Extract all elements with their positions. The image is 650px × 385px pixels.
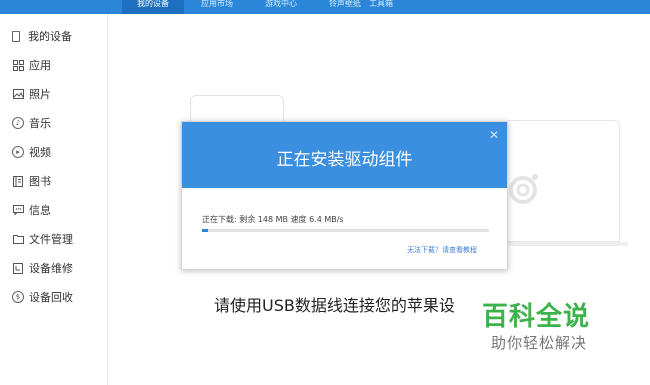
sidebar-item-apps[interactable]: 应用 — [12, 55, 51, 75]
download-status-text: 正在下载: 剩余 148 MB 速度 6.4 MB/s — [202, 215, 344, 224]
laptop-base-illustration — [508, 242, 628, 246]
repair-icon — [12, 262, 24, 274]
watermark-title: 百科全说 — [482, 302, 591, 332]
folder-icon — [12, 233, 24, 245]
sidebar-item-label: 照片 — [29, 88, 51, 101]
close-icon[interactable]: ✕ — [487, 128, 501, 142]
apps-icon — [12, 59, 24, 71]
driver-install-dialog: 正在安装驱动组件 ✕ 正在下载: 剩余 148 MB 速度 6.4 MB/s 无… — [181, 121, 508, 270]
sidebar-item-label: 文件管理 — [29, 233, 73, 246]
sidebar-item-device-repair[interactable]: 设备维修 — [12, 258, 73, 278]
dialog-header: 正在安装驱动组件 ✕ — [182, 122, 507, 188]
app-logo-icon — [509, 174, 538, 204]
message-icon — [12, 204, 24, 216]
sidebar-item-music[interactable]: ♪ 音乐 — [12, 113, 51, 133]
sidebar-item-messages[interactable]: 信息 — [12, 200, 51, 220]
app-window: 我的设备 应用市场 游戏中心 铃声壁纸 工具箱 我的设备 应用 照片 ♪ 音乐 — [0, 0, 650, 385]
sidebar-item-file-manager[interactable]: 文件管理 — [12, 229, 73, 249]
sidebar-item-label: 设备回收 — [29, 291, 73, 304]
sidebar-item-label: 音乐 — [29, 117, 51, 130]
sidebar-item-books[interactable]: 图书 — [12, 171, 51, 191]
sidebar-item-label: 应用 — [29, 59, 51, 72]
tab-game-center[interactable]: 游戏中心 — [250, 0, 312, 14]
download-help-link[interactable]: 无法下载？请查看教程 — [407, 245, 477, 255]
device-icon — [12, 30, 20, 42]
sidebar-item-label: 信息 — [29, 204, 51, 217]
sidebar-item-label: 我的设备 — [28, 30, 72, 43]
dialog-title: 正在安装驱动组件 — [276, 150, 413, 170]
sidebar-item-device-recycle[interactable]: $ 设备回收 — [12, 287, 73, 307]
tab-toolbox[interactable]: 工具箱 — [350, 0, 412, 14]
sidebar-item-label: 设备维修 — [29, 262, 73, 275]
connect-device-prompt: 请使用USB数据线连接您的苹果设 — [214, 296, 455, 315]
recycle-icon: $ — [12, 291, 24, 303]
video-icon: ▸ — [12, 146, 24, 158]
photo-icon — [12, 88, 24, 100]
music-icon: ♪ — [12, 117, 24, 129]
tab-my-device[interactable]: 我的设备 — [122, 0, 184, 14]
download-progress-bar — [202, 229, 489, 232]
tab-app-market[interactable]: 应用市场 — [186, 0, 248, 14]
sidebar-item-my-device[interactable]: 我的设备 — [12, 26, 72, 46]
book-icon — [12, 175, 24, 187]
download-progress-fill — [202, 229, 208, 232]
sidebar-item-label: 视频 — [29, 146, 51, 159]
top-nav-bar: 我的设备 应用市场 游戏中心 铃声壁纸 工具箱 — [0, 0, 650, 14]
sidebar-item-label: 图书 — [29, 175, 51, 188]
sidebar-item-photos[interactable]: 照片 — [12, 84, 51, 104]
sidebar: 我的设备 应用 照片 ♪ 音乐 ▸ 视频 图书 信息 文件管理 设备维修 $ 设… — [0, 14, 108, 385]
sidebar-item-video[interactable]: ▸ 视频 — [12, 142, 51, 162]
watermark-subtitle: 助你轻松解决 — [491, 334, 588, 352]
